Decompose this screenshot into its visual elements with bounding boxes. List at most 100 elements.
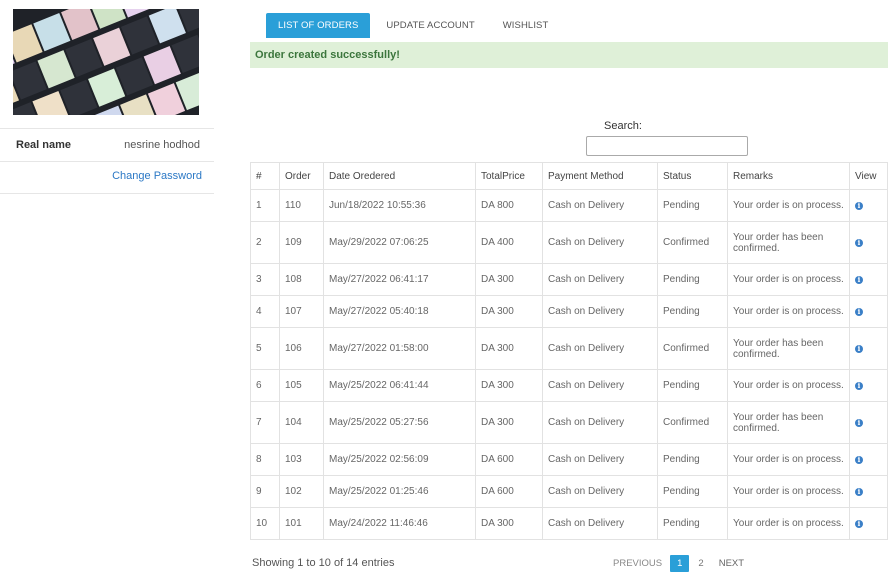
table-row: 1 110 Jun/18/2022 10:55:36 DA 800 Cash o… [250,189,888,222]
pagination-page-1[interactable]: 1 [670,555,690,572]
total-price: DA 300 [475,369,543,402]
pagination-previous[interactable]: PREVIOUS [606,555,669,572]
pagination-next[interactable]: NEXT [712,555,751,572]
date-ordered: May/27/2022 01:58:00 [323,327,476,370]
order-remarks: Your order is on process. [727,443,850,476]
date-ordered: May/25/2022 05:27:56 [323,401,476,444]
order-id: 107 [279,295,324,328]
payment-method: Cash on Delivery [542,475,658,508]
table-row: 7 104 May/25/2022 05:27:56 DA 300 Cash o… [250,401,888,444]
total-price: DA 300 [475,295,543,328]
payment-method: Cash on Delivery [542,295,658,328]
pagination: PREVIOUS 1 2 NEXT [606,555,751,572]
info-circle-icon[interactable]: i [855,382,863,390]
order-id: 109 [279,221,324,264]
order-status: Pending [657,475,728,508]
order-remarks: Your order is on process. [727,295,850,328]
column-header-view[interactable]: View [849,162,888,190]
info-circle-icon[interactable]: i [855,345,863,353]
column-header-number[interactable]: # [250,162,280,190]
row-number: 2 [250,221,280,264]
total-price: DA 300 [475,401,543,444]
date-ordered: May/29/2022 07:06:25 [323,221,476,264]
order-remarks: Your order is on process. [727,189,850,222]
view-cell: i [849,475,888,508]
order-status: Pending [657,369,728,402]
view-cell: i [849,189,888,222]
tab-wishlist[interactable]: WISHLIST [491,13,561,38]
real-name-label: Real name [16,139,72,151]
order-status: Confirmed [657,327,728,370]
order-status: Pending [657,263,728,296]
info-circle-icon[interactable]: i [855,276,863,284]
profile-image [13,9,199,115]
view-cell: i [849,295,888,328]
view-cell: i [849,401,888,444]
tab-list-of-orders[interactable]: LIST OF ORDERS [266,13,371,38]
date-ordered: May/25/2022 02:56:09 [323,443,476,476]
view-cell: i [849,443,888,476]
total-price: DA 400 [475,221,543,264]
table-row: 3 108 May/27/2022 06:41:17 DA 300 Cash o… [250,263,888,296]
orders-table: # Order Date Oredered TotalPrice Payment… [250,162,888,540]
order-remarks: Your order has been confirmed. [727,327,850,370]
real-name-value: nesrine hodhod [124,139,200,151]
order-remarks: Your order is on process. [727,263,850,296]
info-circle-icon[interactable]: i [855,202,863,210]
total-price: DA 300 [475,263,543,296]
order-status: Confirmed [657,221,728,264]
row-number: 9 [250,475,280,508]
row-number: 4 [250,295,280,328]
table-row: 6 105 May/25/2022 06:41:44 DA 300 Cash o… [250,369,888,402]
row-number: 10 [250,507,280,540]
order-status: Pending [657,189,728,222]
order-remarks: Your order is on process. [727,507,850,540]
payment-method: Cash on Delivery [542,221,658,264]
account-tabs: LIST OF ORDERS UPDATE ACCOUNT WISHLIST [266,13,560,38]
info-circle-icon[interactable]: i [855,520,863,528]
real-name-row: Real name nesrine hodhod [0,128,214,162]
total-price: DA 600 [475,475,543,508]
info-circle-icon[interactable]: i [855,239,863,247]
payment-method: Cash on Delivery [542,443,658,476]
info-circle-icon[interactable]: i [855,456,863,464]
date-ordered: May/25/2022 01:25:46 [323,475,476,508]
entries-info: Showing 1 to 10 of 14 entries [252,557,395,569]
column-header-payment-method[interactable]: Payment Method [542,162,658,190]
pagination-page-2[interactable]: 2 [691,555,710,572]
table-row: 4 107 May/27/2022 05:40:18 DA 300 Cash o… [250,295,888,328]
row-number: 6 [250,369,280,402]
payment-method: Cash on Delivery [542,401,658,444]
column-header-total-price[interactable]: TotalPrice [475,162,543,190]
info-circle-icon[interactable]: i [855,308,863,316]
order-status: Pending [657,507,728,540]
row-number: 3 [250,263,280,296]
column-header-date[interactable]: Date Oredered [323,162,476,190]
tab-update-account[interactable]: UPDATE ACCOUNT [374,13,486,38]
sidebar-divider [0,193,214,194]
order-remarks: Your order has been confirmed. [727,221,850,264]
column-header-status[interactable]: Status [657,162,728,190]
view-cell: i [849,263,888,296]
column-header-order[interactable]: Order [279,162,324,190]
success-alert: Order created successfully! [250,42,888,68]
date-ordered: May/24/2022 11:46:46 [323,507,476,540]
view-cell: i [849,221,888,264]
order-id: 110 [279,189,324,222]
row-number: 8 [250,443,280,476]
order-id: 102 [279,475,324,508]
search-input[interactable] [586,136,748,156]
column-header-remarks[interactable]: Remarks [727,162,850,190]
change-password-link[interactable]: Change Password [112,170,202,182]
total-price: DA 300 [475,507,543,540]
order-remarks: Your order has been confirmed. [727,401,850,444]
info-circle-icon[interactable]: i [855,488,863,496]
order-status: Pending [657,443,728,476]
info-circle-icon[interactable]: i [855,419,863,427]
search-label: Search: [604,120,642,132]
date-ordered: Jun/18/2022 10:55:36 [323,189,476,222]
table-row: 9 102 May/25/2022 01:25:46 DA 600 Cash o… [250,475,888,508]
row-number: 7 [250,401,280,444]
table-row: 8 103 May/25/2022 02:56:09 DA 600 Cash o… [250,443,888,476]
payment-method: Cash on Delivery [542,189,658,222]
